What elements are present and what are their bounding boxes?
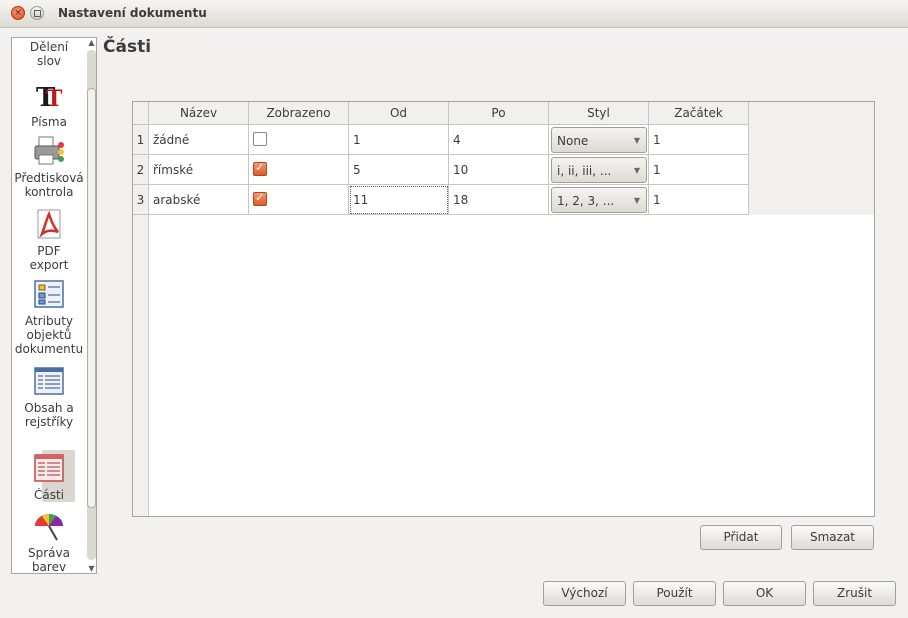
cell-shown[interactable] bbox=[249, 125, 349, 155]
default-button[interactable]: Výchozí bbox=[543, 581, 626, 606]
row-header[interactable]: 3 bbox=[133, 185, 149, 215]
chevron-down-icon: ▼ bbox=[633, 196, 640, 205]
dropdown-value: i, ii, iii, ... bbox=[557, 164, 612, 178]
column-header-to[interactable]: Po bbox=[449, 102, 549, 125]
sidebar-item-hyphenation[interactable]: Dělení slov bbox=[12, 40, 86, 68]
sidebar-item-label: Obsah a rejstříky bbox=[24, 401, 74, 429]
sidebar-scrollbar[interactable]: ▲ ▼ bbox=[84, 38, 98, 574]
apply-button-label: Použít bbox=[656, 586, 693, 600]
page-title: Části bbox=[103, 37, 152, 57]
delete-button-label: Smazat bbox=[809, 530, 856, 544]
dropdown-value: 1, 2, 3, ... bbox=[557, 194, 615, 208]
style-dropdown[interactable]: 1, 2, 3, ... ▼ bbox=[551, 187, 647, 213]
default-button-label: Výchozí bbox=[561, 586, 608, 600]
chevron-down-icon: ▼ bbox=[633, 166, 640, 175]
scrollbar-thumb[interactable] bbox=[87, 88, 96, 508]
row-header-strip bbox=[133, 215, 149, 516]
cell-style: i, ii, iii, ... ▼ bbox=[549, 155, 649, 185]
cell-to[interactable]: 10 bbox=[449, 155, 549, 185]
cell-shown[interactable] bbox=[249, 155, 349, 185]
cell-to[interactable]: 4 bbox=[449, 125, 549, 155]
corner-header bbox=[133, 102, 149, 125]
dropdown-value: None bbox=[557, 134, 589, 148]
sidebar-item-label: Části bbox=[33, 488, 65, 502]
cell-shown[interactable] bbox=[249, 185, 349, 215]
cell-style: 1, 2, 3, ... ▼ bbox=[549, 185, 649, 215]
fonts-icon: T T bbox=[33, 79, 65, 113]
sidebar-item-label: Písma bbox=[31, 115, 67, 129]
sections-table: Název Zobrazeno Od Po Styl Začátek 1 žád… bbox=[132, 101, 875, 517]
cell-style: None ▼ bbox=[549, 125, 649, 155]
sidebar-item-label: Správa barev bbox=[28, 546, 70, 574]
cell-from[interactable]: 5 bbox=[349, 155, 449, 185]
sidebar-item-object-attributes[interactable]: Atributy objektů dokumentu bbox=[12, 278, 86, 356]
column-header-style[interactable]: Styl bbox=[549, 102, 649, 125]
scroll-up-icon[interactable]: ▲ bbox=[86, 38, 97, 48]
sidebar-item-sections[interactable]: Části bbox=[12, 450, 86, 502]
printer-preflight-icon bbox=[33, 135, 65, 167]
add-button-label: Přidat bbox=[723, 530, 759, 544]
toc-icon bbox=[33, 365, 65, 397]
column-header-from[interactable]: Od bbox=[349, 102, 449, 125]
svg-text:T: T bbox=[46, 86, 63, 111]
table-empty-area bbox=[149, 215, 874, 516]
cell-start[interactable]: 1 bbox=[649, 185, 749, 215]
cell-name[interactable]: žádné bbox=[149, 125, 249, 155]
object-attributes-icon bbox=[33, 278, 65, 310]
sidebar-item-fonts[interactable]: T T Písma bbox=[12, 79, 86, 129]
row-header[interactable]: 2 bbox=[133, 155, 149, 185]
shown-checkbox[interactable] bbox=[253, 160, 267, 176]
scroll-down-icon[interactable]: ▼ bbox=[86, 564, 97, 574]
sidebar-item-preflight[interactable]: Předtisková kontrola bbox=[12, 135, 86, 199]
cell-start[interactable]: 1 bbox=[649, 155, 749, 185]
maximize-window-button[interactable] bbox=[30, 6, 44, 20]
close-window-button[interactable]: × bbox=[11, 6, 25, 20]
style-dropdown[interactable]: i, ii, iii, ... ▼ bbox=[551, 157, 647, 183]
sidebar-item-label: Dělení slov bbox=[29, 40, 69, 68]
ok-button-label: OK bbox=[755, 586, 774, 600]
sidebar-item-label: Atributy objektů dokumentu bbox=[14, 314, 84, 356]
sidebar-item-label: PDF export bbox=[29, 244, 69, 272]
cell-from[interactable]: 1 bbox=[349, 125, 449, 155]
cell-name[interactable]: římské bbox=[149, 155, 249, 185]
delete-button[interactable]: Smazat bbox=[791, 525, 874, 550]
color-management-icon bbox=[33, 510, 65, 542]
sidebar-item-color-management[interactable]: Správa barev bbox=[12, 510, 86, 574]
cell-start[interactable]: 1 bbox=[649, 125, 749, 155]
sidebar-item-toc[interactable]: Obsah a rejstříky bbox=[12, 365, 86, 429]
column-header-shown[interactable]: Zobrazeno bbox=[249, 102, 349, 125]
cancel-button[interactable]: Zrušit bbox=[813, 581, 896, 606]
chevron-down-icon: ▼ bbox=[633, 136, 640, 145]
sidebar-item-pdf-export[interactable]: PDF export bbox=[12, 208, 86, 272]
cell-from[interactable]: 11 bbox=[349, 185, 449, 215]
pdf-icon bbox=[33, 208, 65, 240]
ok-button[interactable]: OK bbox=[723, 581, 806, 606]
column-header-name[interactable]: Název bbox=[149, 102, 249, 125]
column-header-start[interactable]: Začátek bbox=[649, 102, 749, 125]
add-button[interactable]: Přidat bbox=[700, 525, 782, 550]
apply-button[interactable]: Použít bbox=[633, 581, 716, 606]
row-header[interactable]: 1 bbox=[133, 125, 149, 155]
title-bar: × Nastavení dokumentu bbox=[0, 0, 908, 28]
shown-checkbox[interactable] bbox=[253, 132, 267, 146]
shown-checkbox[interactable] bbox=[253, 190, 267, 206]
sidebar-item-label: Předtisková kontrola bbox=[14, 171, 84, 199]
window-title: Nastavení dokumentu bbox=[58, 6, 207, 20]
sections-icon bbox=[33, 452, 65, 484]
cancel-button-label: Zrušit bbox=[836, 586, 873, 600]
cell-name[interactable]: arabské bbox=[149, 185, 249, 215]
style-dropdown[interactable]: None ▼ bbox=[551, 127, 647, 153]
cell-to[interactable]: 18 bbox=[449, 185, 549, 215]
